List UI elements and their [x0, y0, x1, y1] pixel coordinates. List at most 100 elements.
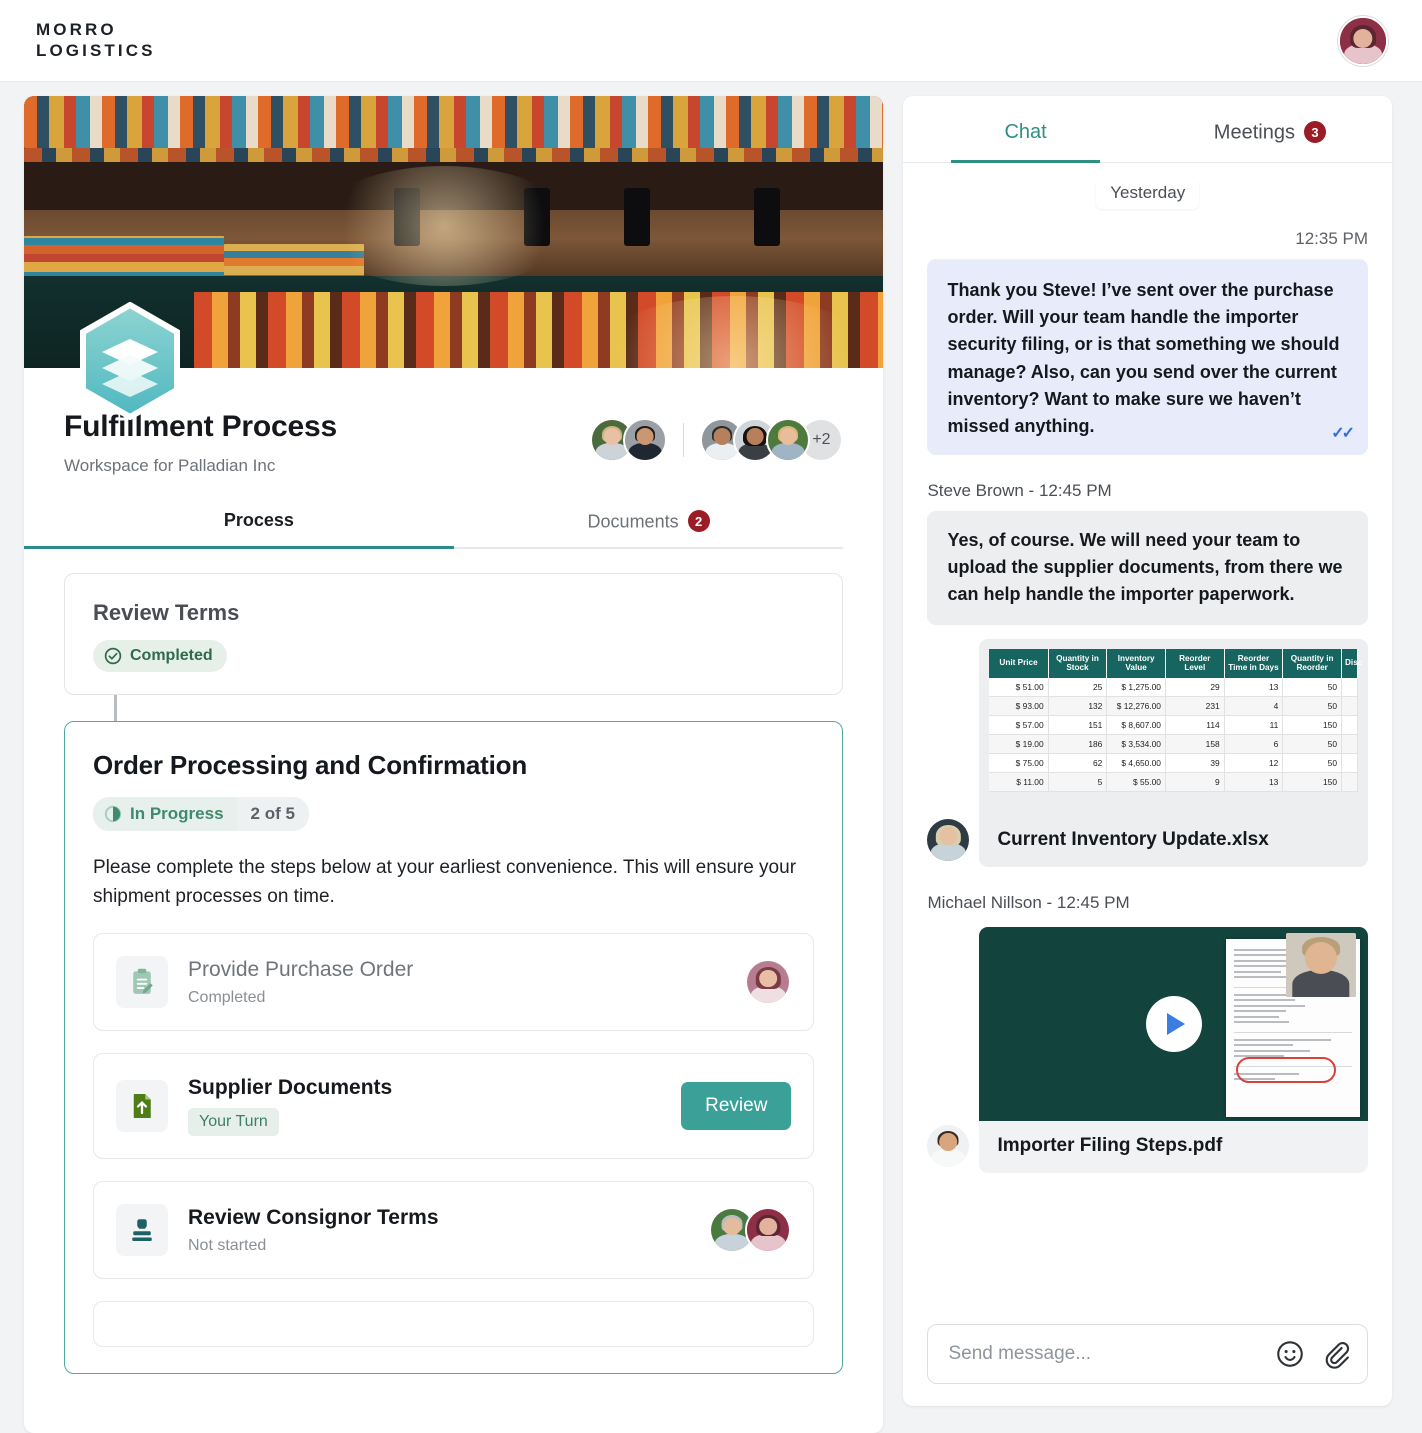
- cell: 150: [1282, 772, 1342, 792]
- cell: $ 19.00: [989, 734, 1049, 754]
- tab-chat[interactable]: Chat: [903, 96, 1147, 162]
- col-disc: Disc: [1341, 648, 1362, 678]
- status-badge-completed: Completed: [93, 639, 227, 672]
- cell: $ 8,607.00: [1106, 715, 1166, 735]
- message-input[interactable]: [948, 1343, 1259, 1365]
- tab-meetings[interactable]: Meetings 3: [1148, 96, 1392, 162]
- documents-badge: 2: [687, 510, 710, 532]
- cell: 132: [1048, 696, 1108, 716]
- collaborator-avatars[interactable]: +2: [700, 418, 844, 462]
- avatar[interactable]: [745, 959, 792, 1006]
- tab-documents[interactable]: Documents 2: [454, 510, 844, 547]
- spreadsheet-preview: Unit Price Quantity in Stock Inventory V…: [979, 639, 1368, 815]
- cell: [1341, 734, 1358, 754]
- inventory-table: Unit Price Quantity in Stock Inventory V…: [989, 648, 1362, 792]
- check-circle-icon: [104, 647, 122, 664]
- task-row-provide-purchase-order[interactable]: Provide Purchase Order Completed: [93, 933, 815, 1032]
- table-header-row: Unit Price Quantity in Stock Inventory V…: [989, 648, 1362, 678]
- task-row-review-consignor-terms[interactable]: Review Consignor Terms Not started: [93, 1181, 815, 1280]
- avatar[interactable]: [623, 418, 668, 462]
- cell: 6: [1224, 734, 1284, 754]
- member-avatar-group[interactable]: +2: [590, 418, 844, 462]
- attachment-spreadsheet-row[interactable]: Unit Price Quantity in Stock Inventory V…: [927, 638, 1368, 867]
- cell: 12: [1224, 753, 1284, 773]
- step-progress-count: 2 of 5: [236, 796, 309, 831]
- table-row: $ 51.00 25 $ 1,275.00 29 13 50: [989, 677, 1358, 697]
- page-content: Fulfillment Process Workspace for Pallad…: [0, 82, 1422, 1433]
- steps-list: Review Terms Completed Order Processing …: [24, 549, 883, 1375]
- cell: $ 93.00: [989, 696, 1049, 716]
- cell: 231: [1165, 696, 1225, 716]
- col-reorder-level: Reorder Level: [1165, 648, 1225, 678]
- tab-meetings-label: Meetings: [1213, 121, 1295, 144]
- cell: $ 3,534.00: [1106, 734, 1166, 754]
- message-bubble-outgoing: Thank you Steve! I’ve sent over the purc…: [927, 258, 1368, 455]
- task-assignees[interactable]: [745, 959, 792, 1006]
- avatar[interactable]: [766, 418, 811, 462]
- owner-avatars[interactable]: [590, 418, 668, 462]
- step-card-order-processing[interactable]: Order Processing and Confirmation In Pro…: [64, 720, 844, 1375]
- user-avatar[interactable]: [1338, 15, 1388, 66]
- video-thumbnail[interactable]: [979, 926, 1368, 1121]
- cell: [1341, 696, 1358, 716]
- table-row: $ 75.00 62 $ 4,650.00 39 12 50: [989, 753, 1358, 773]
- day-separator: Yesterday: [927, 176, 1368, 209]
- process-panel: Fulfillment Process Workspace for Pallad…: [24, 96, 884, 1433]
- message-list[interactable]: Yesterday 12:35 PM Thank you Steve! I’ve…: [903, 163, 1392, 1307]
- cell: 9: [1165, 772, 1225, 792]
- meetings-badge: 3: [1303, 121, 1326, 143]
- status-label: In Progress: [130, 803, 224, 823]
- message-text: Thank you Steve! I’ve sent over the purc…: [947, 279, 1340, 437]
- table-row: $ 93.00 132 $ 12,276.00 231 4 50: [989, 696, 1358, 716]
- step-card-review-terms[interactable]: Review Terms Completed: [64, 572, 844, 695]
- brand-line-2: LOGISTICS: [36, 40, 156, 60]
- cell: 13: [1224, 772, 1284, 792]
- step-title: Review Terms: [93, 599, 240, 625]
- composer-field-wrapper[interactable]: [927, 1324, 1368, 1384]
- avatar[interactable]: [927, 1124, 970, 1167]
- cell: 5: [1048, 772, 1108, 792]
- cell: [1341, 715, 1358, 735]
- task-status: Not started: [188, 1236, 267, 1254]
- task-title: Provide Purchase Order: [188, 957, 414, 981]
- cell: 114: [1165, 715, 1225, 735]
- tab-process[interactable]: Process: [24, 510, 454, 548]
- page-subtitle: Workspace for Palladian Inc: [64, 456, 276, 475]
- message-sender: Steve Brown - 12:45 PM: [927, 480, 1112, 500]
- avatar[interactable]: [927, 818, 970, 861]
- cell: $ 11.00: [989, 772, 1049, 792]
- col-quantity-in-stock: Quantity in Stock: [1048, 648, 1108, 678]
- message-composer: [903, 1306, 1392, 1406]
- active-step-status: In Progress 2 of 5: [93, 796, 309, 831]
- message-sender: Michael Nillson - 12:45 PM: [927, 892, 1130, 912]
- video-attachment-card[interactable]: Importer Filing Steps.pdf: [979, 926, 1368, 1173]
- message-bubble-incoming: Yes, of course. We will need your team t…: [927, 510, 1368, 625]
- review-button[interactable]: Review: [681, 1082, 792, 1131]
- task-content: Review Consignor Terms Not started: [188, 1206, 689, 1255]
- cell: 150: [1282, 715, 1342, 735]
- highlight-annotation: [1236, 1056, 1336, 1083]
- emoji-icon[interactable]: [1275, 1339, 1305, 1369]
- task-row-partial[interactable]: [93, 1301, 815, 1348]
- cell: 158: [1165, 734, 1225, 754]
- cell: [1341, 677, 1358, 697]
- brand-logo[interactable]: MORRO LOGISTICS: [36, 20, 156, 61]
- play-icon[interactable]: [1145, 995, 1202, 1052]
- cell: $ 55.00: [1106, 772, 1166, 792]
- task-assignees[interactable]: [709, 1207, 792, 1254]
- col-reorder-time: Reorder Time in Days: [1224, 648, 1284, 678]
- message-timestamp: 12:35 PM: [1295, 228, 1368, 248]
- attachment-video-row[interactable]: Importer Filing Steps.pdf: [927, 926, 1368, 1173]
- cell: 186: [1048, 734, 1108, 754]
- task-title: Supplier Documents: [188, 1076, 393, 1100]
- cell: 50: [1282, 753, 1342, 773]
- task-row-supplier-documents[interactable]: Supplier Documents Your Turn Review: [93, 1053, 815, 1160]
- cell: 151: [1048, 715, 1108, 735]
- spreadsheet-attachment-card[interactable]: Unit Price Quantity in Stock Inventory V…: [979, 638, 1368, 867]
- top-bar: MORRO LOGISTICS: [0, 0, 1422, 82]
- paperclip-icon[interactable]: [1321, 1339, 1351, 1369]
- cell: $ 57.00: [989, 715, 1049, 735]
- cell: 4: [1224, 696, 1284, 716]
- avatar[interactable]: [745, 1207, 792, 1254]
- task-content: Supplier Documents Your Turn: [188, 1076, 661, 1137]
